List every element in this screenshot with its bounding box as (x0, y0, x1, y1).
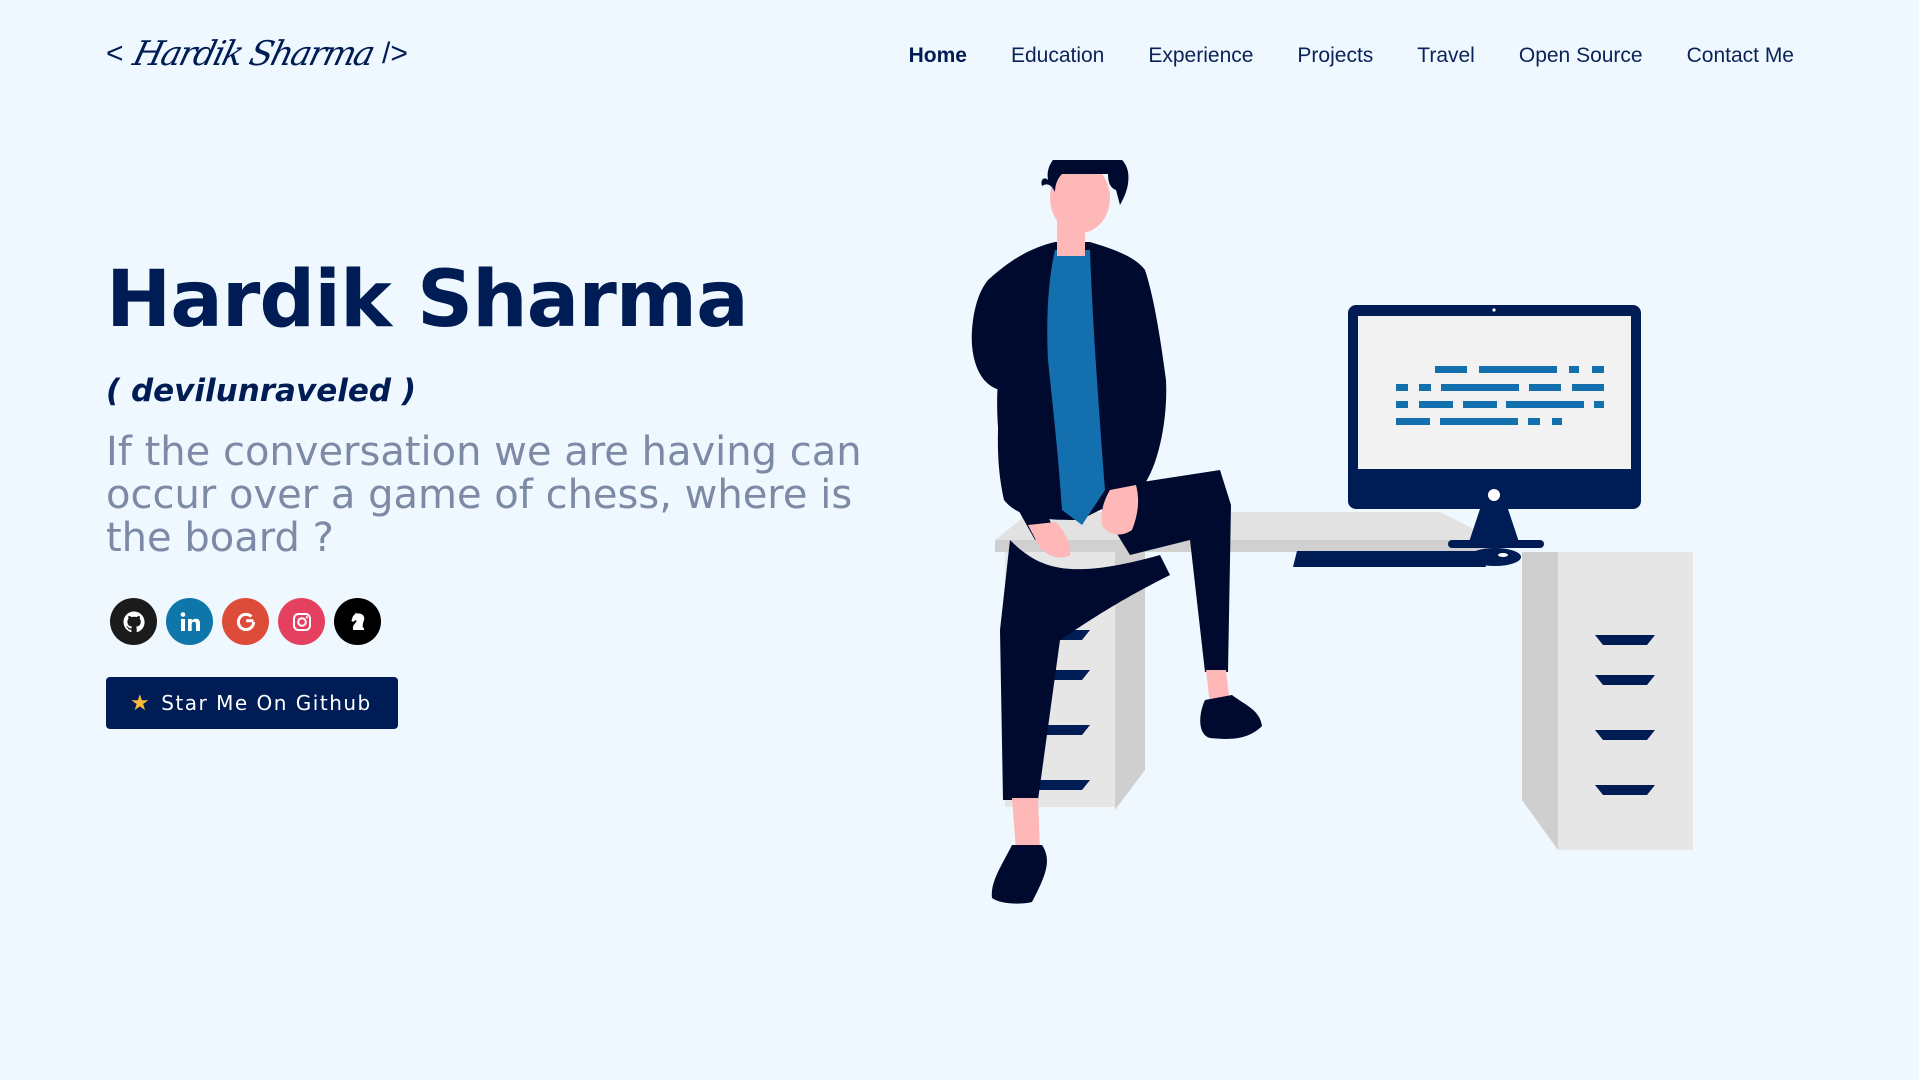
star-github-label: Star Me On Github (161, 691, 372, 715)
monitor-camera (1492, 308, 1496, 312)
developer-illustration (971, 160, 1693, 904)
header: < Hardik Sharma /> Home Education Experi… (0, 0, 1919, 120)
right-drawer-handle-1 (1595, 635, 1655, 645)
person-right-shoe (1200, 695, 1262, 739)
nav-item-open-source[interactable]: Open Source (1519, 44, 1643, 68)
nav-item-education[interactable]: Education (1011, 44, 1104, 68)
site-logo[interactable]: < Hardik Sharma /> (106, 34, 408, 74)
person-left-ankle (1012, 798, 1040, 850)
nav-item-experience[interactable]: Experience (1148, 44, 1253, 68)
right-drawer-handle-4 (1595, 785, 1655, 795)
social-github-button[interactable] (110, 598, 157, 645)
monitor-stand (1468, 509, 1520, 545)
social-instagram-button[interactable] (278, 598, 325, 645)
nav-item-projects[interactable]: Projects (1297, 44, 1373, 68)
main-nav: Home Education Experience Projects Trave… (909, 44, 1794, 68)
monitor-power-button (1488, 489, 1500, 501)
star-github-button[interactable]: ★ Star Me On Github (106, 677, 398, 729)
social-chess-button[interactable] (334, 598, 381, 645)
person-left-shoe (991, 845, 1047, 904)
right-drawer-handle-3 (1595, 730, 1655, 740)
logo-open-bracket: < (106, 37, 124, 70)
hero-quote: If the conversation we are having can oc… (106, 429, 862, 561)
keyboard (1293, 551, 1486, 567)
mouse-highlight (1498, 553, 1508, 557)
mouse (1469, 548, 1521, 566)
social-links (110, 598, 896, 645)
monitor-screen (1358, 316, 1631, 469)
instagram-icon (292, 612, 311, 631)
nav-item-contact-me[interactable]: Contact Me (1687, 44, 1794, 68)
star-icon: ★ (130, 690, 152, 716)
nav-item-home[interactable]: Home (909, 44, 967, 68)
right-cabinet-side (1522, 552, 1558, 850)
hero-handle: ( devilunraveled ) (106, 373, 417, 409)
hero-name: Hardik Sharma (106, 255, 749, 345)
linkedin-icon (180, 611, 200, 631)
logo-close-bracket: /> (381, 37, 408, 70)
right-drawer-handle-2 (1595, 675, 1655, 685)
social-google-button[interactable] (222, 598, 269, 645)
chess-knight-icon (350, 611, 364, 630)
nav-item-travel[interactable]: Travel (1417, 44, 1475, 68)
hero-text: Hardik Sharma ( devilunraveled ) If the … (106, 255, 896, 729)
monitor-base (1448, 540, 1544, 548)
google-icon (236, 612, 255, 631)
right-cabinet (1558, 552, 1693, 850)
github-icon (123, 611, 145, 632)
logo-signature: Hardik Sharma (128, 34, 377, 74)
social-linkedin-button[interactable] (166, 598, 213, 645)
